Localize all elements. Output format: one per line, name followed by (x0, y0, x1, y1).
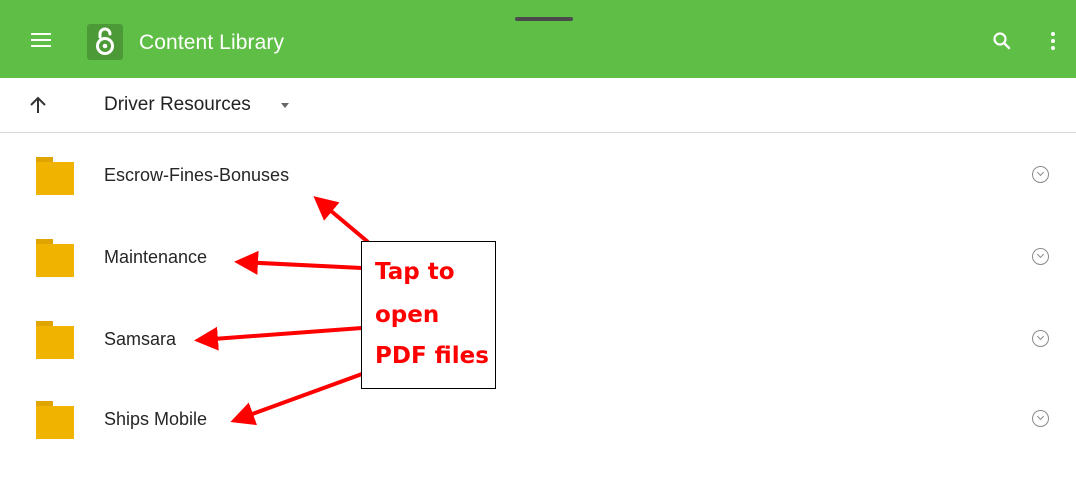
current-folder-label[interactable]: Driver Resources (104, 94, 251, 116)
folder-row[interactable]: Maintenance (0, 239, 1076, 338)
callout-line: open (375, 302, 440, 328)
arrow-up-icon[interactable] (28, 95, 48, 115)
folder-icon (35, 156, 75, 196)
folder-name: Samsara (104, 329, 177, 349)
more-vert-icon[interactable] (1049, 31, 1057, 51)
callout-line: Tap to (375, 259, 455, 285)
folder-icon (35, 400, 75, 440)
app-bar: Content Library (0, 0, 1076, 78)
caret-down-icon[interactable] (281, 103, 289, 108)
folder-name: Ships Mobile (104, 409, 208, 429)
chevron-circle-down-icon[interactable] (1032, 248, 1049, 265)
folder-name: Escrow-Fines-Bonuses (104, 165, 290, 185)
chevron-circle-down-icon[interactable] (1032, 410, 1049, 427)
hamburger-menu-icon[interactable] (31, 33, 51, 48)
callout-line: PDF files (375, 343, 489, 369)
app-title: Content Library (139, 31, 285, 54)
drag-handle[interactable] (515, 17, 573, 21)
annotation-callout: Tap to open PDF files (361, 241, 496, 389)
folder-row[interactable]: Escrow-Fines-Bonuses (0, 157, 1076, 256)
chevron-circle-down-icon[interactable] (1032, 330, 1049, 347)
folder-icon (35, 320, 75, 360)
chevron-circle-down-icon[interactable] (1032, 166, 1049, 183)
search-icon[interactable] (992, 31, 1012, 51)
folder-name: Maintenance (104, 247, 208, 267)
folder-row[interactable]: Samsara (0, 321, 1076, 420)
folder-icon (35, 238, 75, 278)
open-lock-logo-icon (87, 24, 123, 60)
folder-row[interactable]: Ships Mobile (0, 401, 1076, 500)
path-bar: Driver Resources (0, 78, 1076, 133)
